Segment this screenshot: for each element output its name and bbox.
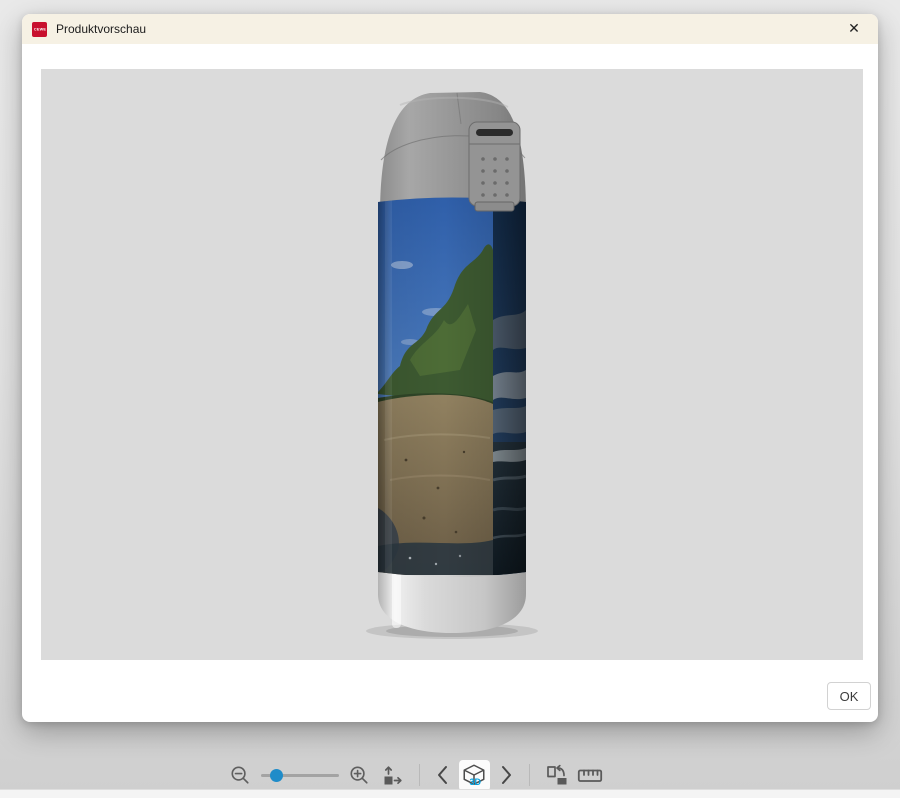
zoom-out-icon[interactable]	[230, 765, 251, 786]
prev-view-icon[interactable]	[435, 762, 451, 788]
ruler-icon[interactable]	[577, 767, 603, 784]
rotate-orientation-icon[interactable]	[545, 764, 569, 787]
ok-button[interactable]: OK	[827, 682, 871, 710]
photo-wrap	[378, 190, 526, 582]
bottom-edge-strip	[0, 789, 900, 798]
product-preview-dialog: CEWE Produktvorschau ✕	[22, 14, 878, 722]
window-title: Produktvorschau	[56, 22, 146, 36]
fit-size-icon[interactable]	[381, 764, 404, 787]
toolbar-separator	[419, 764, 420, 786]
bottle-3d-render[interactable]	[340, 80, 570, 640]
zoom-slider[interactable]	[261, 768, 339, 782]
close-icon[interactable]: ✕	[840, 15, 868, 43]
zoom-slider-thumb[interactable]	[270, 769, 283, 782]
titlebar: CEWE Produktvorschau ✕	[22, 14, 878, 44]
cewe-logo-icon: CEWE	[32, 22, 47, 37]
next-view-icon[interactable]	[498, 762, 514, 788]
view-3d-button[interactable]: 3D	[459, 760, 490, 791]
bottle-spout	[469, 122, 520, 211]
view-3d-label: 3D	[470, 777, 482, 787]
zoom-in-icon[interactable]	[349, 765, 370, 786]
preview-canvas[interactable]	[41, 69, 863, 660]
cewe-logo-text: CEWE	[33, 27, 45, 31]
toolbar-separator	[529, 764, 530, 786]
